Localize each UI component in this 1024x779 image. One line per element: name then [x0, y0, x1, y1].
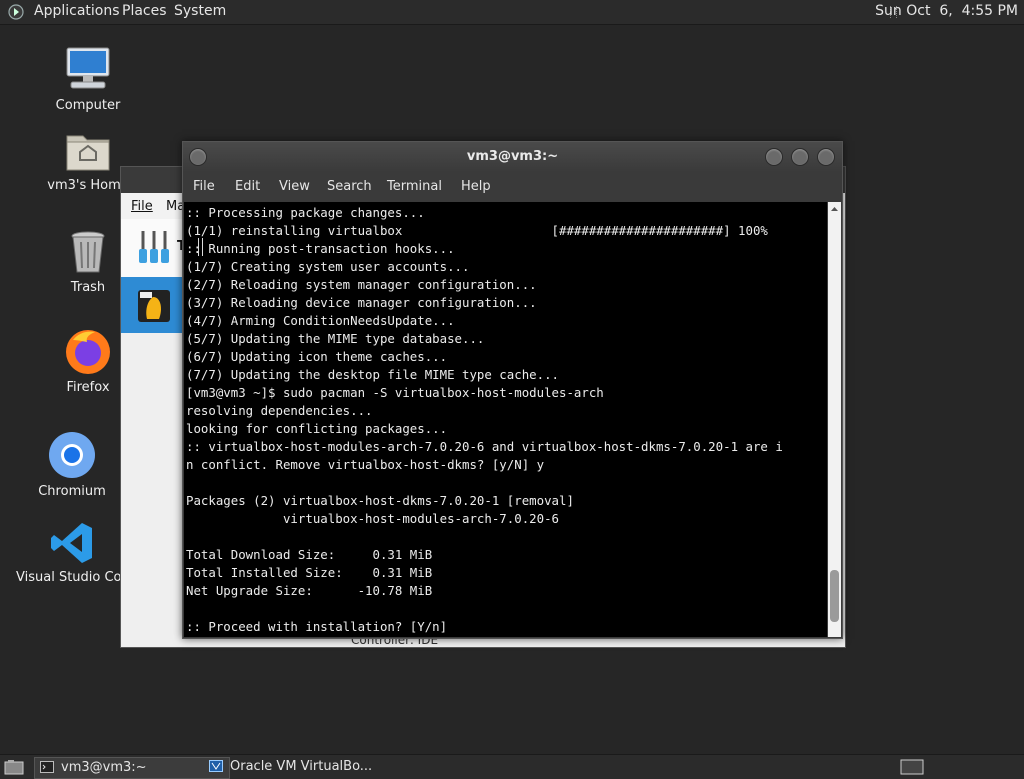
- scroll-up-icon[interactable]: [828, 204, 841, 214]
- terminal-line: (1/7) Creating system user accounts...: [186, 259, 470, 274]
- desktop-icon-label: Computer: [55, 98, 121, 113]
- terminal-line: :: Processing package changes...: [186, 205, 425, 220]
- terminal-menubar: File Edit View Search Terminal Help: [183, 172, 842, 202]
- desktop-icon-vscode[interactable]: Visual Studio Code: [16, 520, 120, 585]
- desktop-icon-computer[interactable]: Computer: [38, 44, 138, 113]
- vscode-icon: [51, 523, 92, 563]
- terminal-line: :: Proceed with installation? [Y/n]: [186, 619, 448, 634]
- taskbar-item-terminal[interactable]: vm3@vm3:~: [34, 757, 230, 779]
- terminal-line: Total Installed Size: 0.31 MiB: [186, 565, 433, 580]
- terminal-line: (7/7) Updating the desktop file MIME typ…: [186, 367, 559, 382]
- home-folder-icon: [66, 135, 110, 171]
- top-panel: Applications Places System Sun Oct 6, 4:…: [0, 0, 1024, 25]
- desktop-icon-label: Chromium: [38, 484, 106, 499]
- minimize-icon[interactable]: [765, 148, 783, 166]
- mouse-ibeam-cursor: [198, 238, 203, 256]
- terminal-line: (2/7) Reloading system manager configura…: [186, 277, 537, 292]
- terminal-line: (4/7) Arming ConditionNeedsUpdate...: [186, 313, 455, 328]
- terminal-line: (5/7) Updating the MIME type database...: [186, 331, 485, 346]
- terminal-line: Net Upgrade Size: -10.78 MiB: [186, 583, 433, 598]
- menu-places[interactable]: Places: [122, 3, 167, 19]
- menu-system[interactable]: System: [174, 3, 226, 19]
- workspace-switcher-icon[interactable]: [900, 759, 924, 775]
- chromium-icon: [49, 432, 95, 478]
- maximize-icon[interactable]: [791, 148, 809, 166]
- terminal-scrollbar[interactable]: [828, 202, 841, 637]
- taskbar-item-label: vm3@vm3:~: [61, 760, 147, 775]
- trash-icon: [71, 231, 105, 273]
- terminal-title: vm3@vm3:~: [466, 149, 559, 164]
- close-icon[interactable]: [817, 148, 835, 166]
- term-menu-edit[interactable]: Edit: [235, 179, 260, 194]
- term-menu-view[interactable]: View: [279, 179, 310, 194]
- terminal-line: :: Running post-transaction hooks...: [186, 241, 455, 256]
- tools-icon: [139, 231, 169, 263]
- vm-os-icon: [138, 290, 170, 322]
- scrollbar-thumb[interactable]: [830, 570, 839, 622]
- terminal-line: (1/1) reinstalling virtualbox [#########…: [186, 223, 768, 238]
- term-menu-terminal[interactable]: Terminal: [387, 179, 442, 194]
- terminal-line: Total Download Size: 0.31 MiB: [186, 547, 433, 562]
- firefox-icon: [66, 330, 110, 374]
- terminal-line: looking for conflicting packages...: [186, 421, 448, 436]
- terminal-line: resolving dependencies...: [186, 403, 373, 418]
- terminal-line: (6/7) Updating icon theme caches...: [186, 349, 448, 364]
- term-menu-file[interactable]: File: [193, 179, 215, 194]
- taskbar-item-label: Oracle VM VirtualBo...: [230, 759, 373, 774]
- virtualbox-icon: [209, 760, 223, 772]
- clock[interactable]: Sun Oct 6, 4:55 PM: [875, 3, 1018, 19]
- terminal-window[interactable]: vm3@vm3:~ File Edit View Search Terminal…: [182, 141, 843, 639]
- terminal-line: (3/7) Reloading device manager configura…: [186, 295, 537, 310]
- terminal-line: n conflict. Remove virtualbox-host-dkms?…: [186, 457, 545, 472]
- terminal-text: :: Processing package changes...(1/1) re…: [184, 202, 827, 636]
- applications-logo-icon[interactable]: [8, 4, 24, 20]
- show-desktop-icon[interactable]: [4, 759, 24, 775]
- taskbar-item-virtualbox[interactable]: Oracle VM VirtualBo...: [204, 757, 400, 777]
- terminal-line: :: virtualbox-host-modules-arch-7.0.20-6…: [186, 439, 783, 454]
- window-menu-icon[interactable]: [189, 148, 207, 166]
- terminal-line: virtualbox-host-modules-arch-7.0.20-6: [186, 511, 559, 526]
- computer-icon: [66, 47, 110, 89]
- terminal-line: [vm3@vm3 ~]$ sudo pacman -S virtualbox-h…: [186, 385, 604, 400]
- menu-applications[interactable]: Applications: [34, 3, 120, 19]
- term-menu-search[interactable]: Search: [327, 179, 372, 194]
- desktop-icon-label: Visual Studio Code: [16, 570, 120, 585]
- vbox-tools-item[interactable]: T: [121, 219, 186, 278]
- terminal-output[interactable]: :: Processing package changes...(1/1) re…: [184, 202, 827, 637]
- terminal-titlebar[interactable]: vm3@vm3:~: [183, 142, 842, 172]
- terminal-icon: [40, 761, 54, 773]
- vbox-vm-item-selected[interactable]: [121, 277, 183, 333]
- terminal-line: Packages (2) virtualbox-host-dkms-7.0.20…: [186, 493, 574, 508]
- vbox-menu-file[interactable]: File: [131, 199, 153, 214]
- bottom-taskbar: vm3@vm3:~ Oracle VM VirtualBo...: [0, 754, 1024, 779]
- desktop-icon-chromium[interactable]: Chromium: [22, 430, 122, 499]
- term-menu-help[interactable]: Help: [461, 179, 491, 194]
